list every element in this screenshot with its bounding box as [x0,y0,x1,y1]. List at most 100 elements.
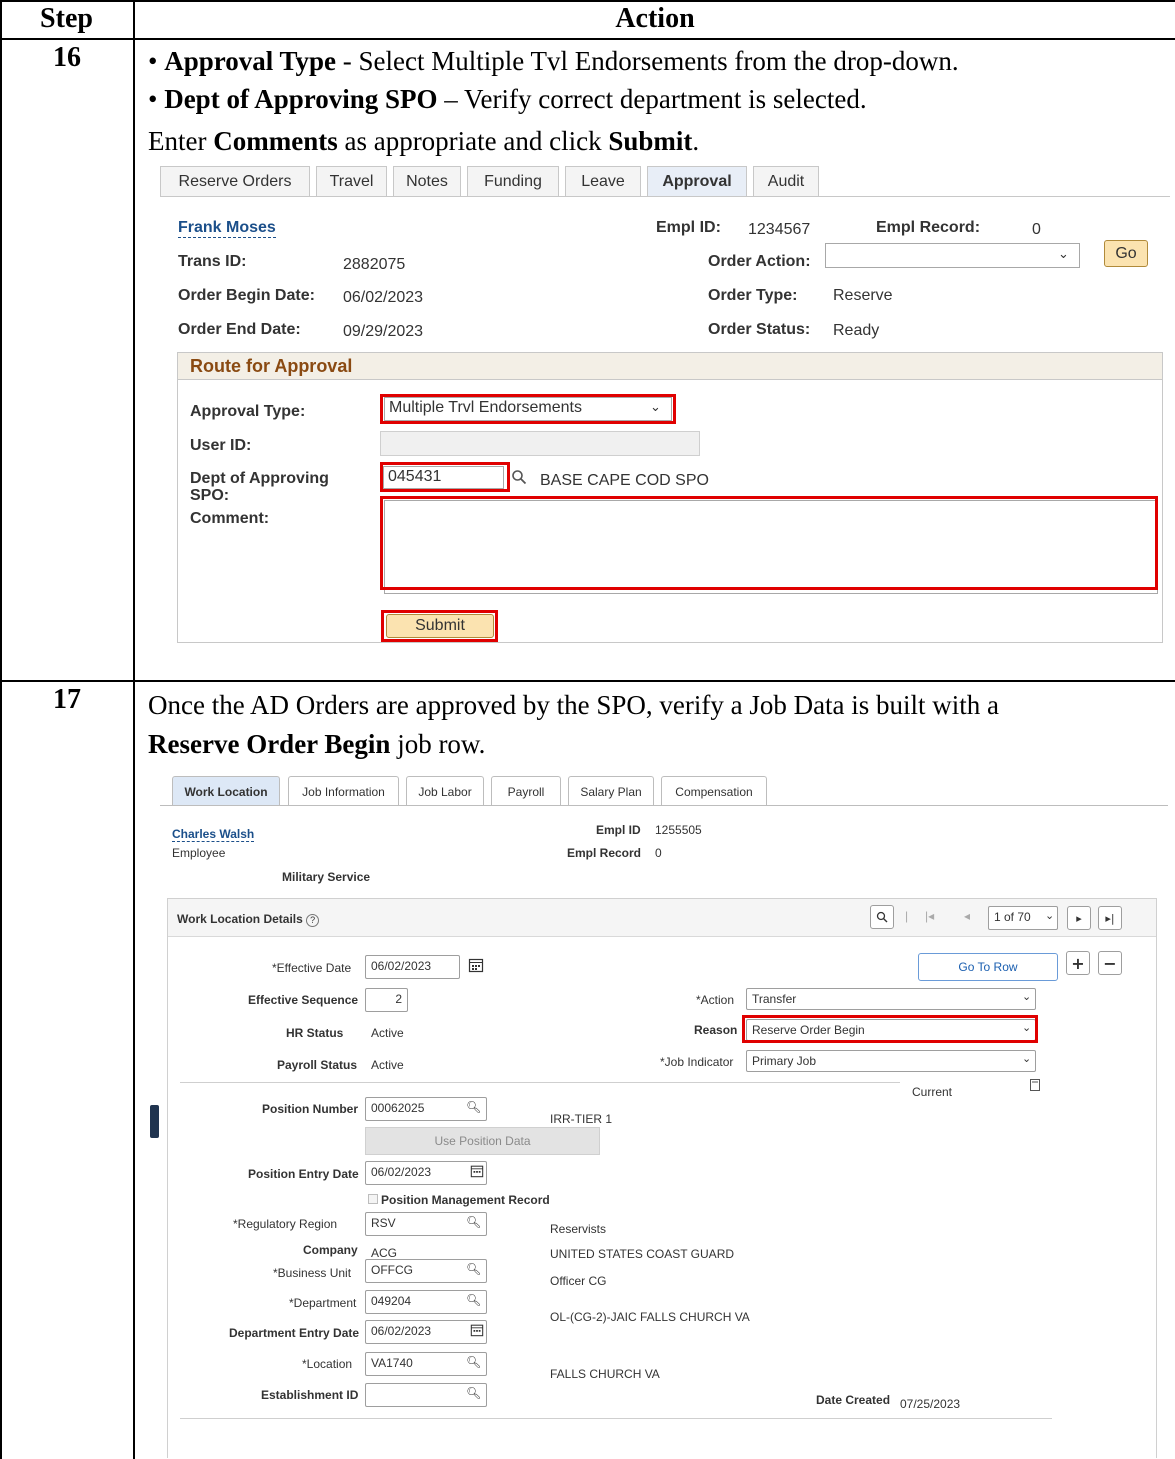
step-number: 16 [53,42,81,73]
last-row-icon[interactable]: ▸| [1098,906,1122,930]
company-value: ACG [371,1246,398,1260]
effective-date-label: *Effective Date [272,961,352,975]
tab-payroll[interactable]: Payroll [491,776,561,806]
lookup-icon[interactable]: 🔍︎ [466,1262,481,1276]
position-description: IRR-TIER 1 [550,1112,613,1126]
search-icon[interactable] [511,469,527,490]
tab-leave[interactable]: Leave [565,166,641,196]
comment-label: Comment: [190,510,270,527]
previous-row-icon[interactable]: ◂ [964,909,970,923]
tab-job-information[interactable]: Job Information [288,776,399,806]
order-begin-value: 06/02/2023 [343,289,424,306]
approval-type-select[interactable]: Multiple Trvl Endorsements [384,397,672,421]
empl-record-value: 0 [1032,221,1041,238]
search-icon[interactable] [870,905,894,929]
tab-approval[interactable]: Approval [647,166,747,196]
tab-job-labor[interactable]: Job Labor [406,776,484,806]
dept-label-line1: Dept of Approving [190,470,329,487]
comment-textarea[interactable] [384,500,1158,594]
user-id-label: User ID: [190,437,252,454]
tab-work-location[interactable]: Work Location [172,776,280,806]
empl-record-value: 0 [655,846,662,860]
lookup-icon[interactable]: 🔍︎ [466,1215,481,1229]
lookup-icon[interactable]: 🔍︎ [466,1386,481,1400]
dept-entry-field[interactable]: 06/02/2023 [365,1320,487,1344]
delete-row-icon[interactable]: − [1098,951,1122,975]
dept-entry-label: Department Entry Date [229,1326,360,1340]
business-unit-label: *Business Unit [273,1266,352,1280]
use-position-data-button[interactable]: Use Position Data [365,1127,600,1155]
reason-select[interactable]: Reserve Order Begin [746,1019,1036,1041]
position-mgmt-checkbox[interactable] [368,1194,378,1204]
tab-compensation[interactable]: Compensation [661,776,767,806]
eff-seq-field[interactable]: 2 [365,988,408,1012]
location-description: FALLS CHURCH VA [550,1367,660,1381]
job-indicator-select[interactable]: Primary Job [746,1050,1036,1072]
header-action: Action [615,3,695,34]
current-label: Current [912,1085,953,1099]
order-end-label: Order End Date: [178,321,301,338]
trans-id-label: Trans ID: [178,253,247,270]
employee-name-link[interactable]: Charles Walsh [172,827,255,842]
step-number: 17 [53,684,81,715]
submit-button[interactable]: Submit [386,614,494,638]
calendar-icon[interactable] [470,1323,484,1342]
order-end-value: 09/29/2023 [343,323,424,340]
establishment-label: Establishment ID [261,1388,359,1402]
tab-funding[interactable]: Funding [467,166,559,196]
lookup-icon[interactable]: 🔍︎ [466,1355,481,1369]
lookup-icon[interactable]: 🔍︎ [466,1293,481,1307]
dept-label-line2: SPO: [190,487,230,504]
chevron-down-icon: ⌄ [1022,1021,1032,1034]
approval-type-label: Approval Type: [190,403,306,420]
lookup-icon[interactable]: 🔍︎ [466,1100,481,1114]
calendar-icon[interactable] [470,1164,484,1183]
help-icon[interactable]: ? [306,914,320,927]
next-row-icon[interactable]: ▸ [1067,906,1091,930]
add-row-icon[interactable]: + [1066,951,1090,975]
position-mgmt-label: Position Management Record [381,1193,550,1207]
position-number-label: Position Number [262,1102,359,1116]
reg-region-description: Reservists [550,1222,607,1236]
go-button[interactable]: Go [1104,240,1148,267]
sidebar-toggle-handle[interactable] [150,1105,159,1138]
company-label: Company [303,1243,358,1257]
calendar-icon[interactable] [468,957,484,978]
note-icon[interactable] [1030,1078,1040,1096]
dept-field[interactable]: 045431 [383,466,504,489]
empl-id-value: 1255505 [655,823,702,837]
order-status-value: Ready [833,322,880,339]
section-title: Work Location Details ? [177,912,320,927]
tab-audit[interactable]: Audit [753,166,819,196]
chevron-down-icon: ⌄ [1045,909,1055,922]
instruction-line: Reserve Order Begin job row. [148,729,486,759]
chevron-down-icon: ⌄ [1022,990,1032,1003]
user-id-field[interactable] [380,431,700,456]
tab-travel[interactable]: Travel [316,166,387,196]
employee-type: Employee [172,846,226,860]
hr-status-value: Active [371,1026,404,1040]
eff-seq-label: Effective Sequence [248,993,359,1007]
go-to-row-button[interactable]: Go To Row [918,953,1058,981]
payroll-status-value: Active [371,1058,404,1072]
empl-record-label: Empl Record: [876,219,981,236]
instruction-line: • Approval Type - Select Multiple Tvl En… [148,46,959,76]
chevron-down-icon: ⌄ [650,400,661,415]
order-status-label: Order Status: [708,321,811,338]
empl-id-label: Empl ID: [656,219,721,236]
position-entry-field[interactable]: 06/02/2023 [365,1161,487,1185]
order-action-select[interactable] [825,243,1080,268]
position-entry-label: Position Entry Date [248,1167,359,1181]
empl-id-value: 1234567 [748,221,811,238]
chevron-down-icon: ⌄ [1022,1052,1032,1065]
tab-salary-plan[interactable]: Salary Plan [568,776,654,806]
action-select[interactable]: Transfer [746,988,1036,1010]
tab-reserve-orders[interactable]: Reserve Orders [160,166,310,196]
department-description: OL-(CG-2)-JAIC FALLS CHURCH VA [550,1310,750,1324]
order-type-label: Order Type: [708,287,798,304]
employee-name-link[interactable]: Frank Moses [178,219,276,238]
dept-description: BASE CAPE COD SPO [540,472,709,489]
tab-notes[interactable]: Notes [393,166,461,196]
effective-date-field[interactable]: 06/02/2023 [365,955,460,979]
first-row-icon[interactable]: |◂ [925,909,934,923]
